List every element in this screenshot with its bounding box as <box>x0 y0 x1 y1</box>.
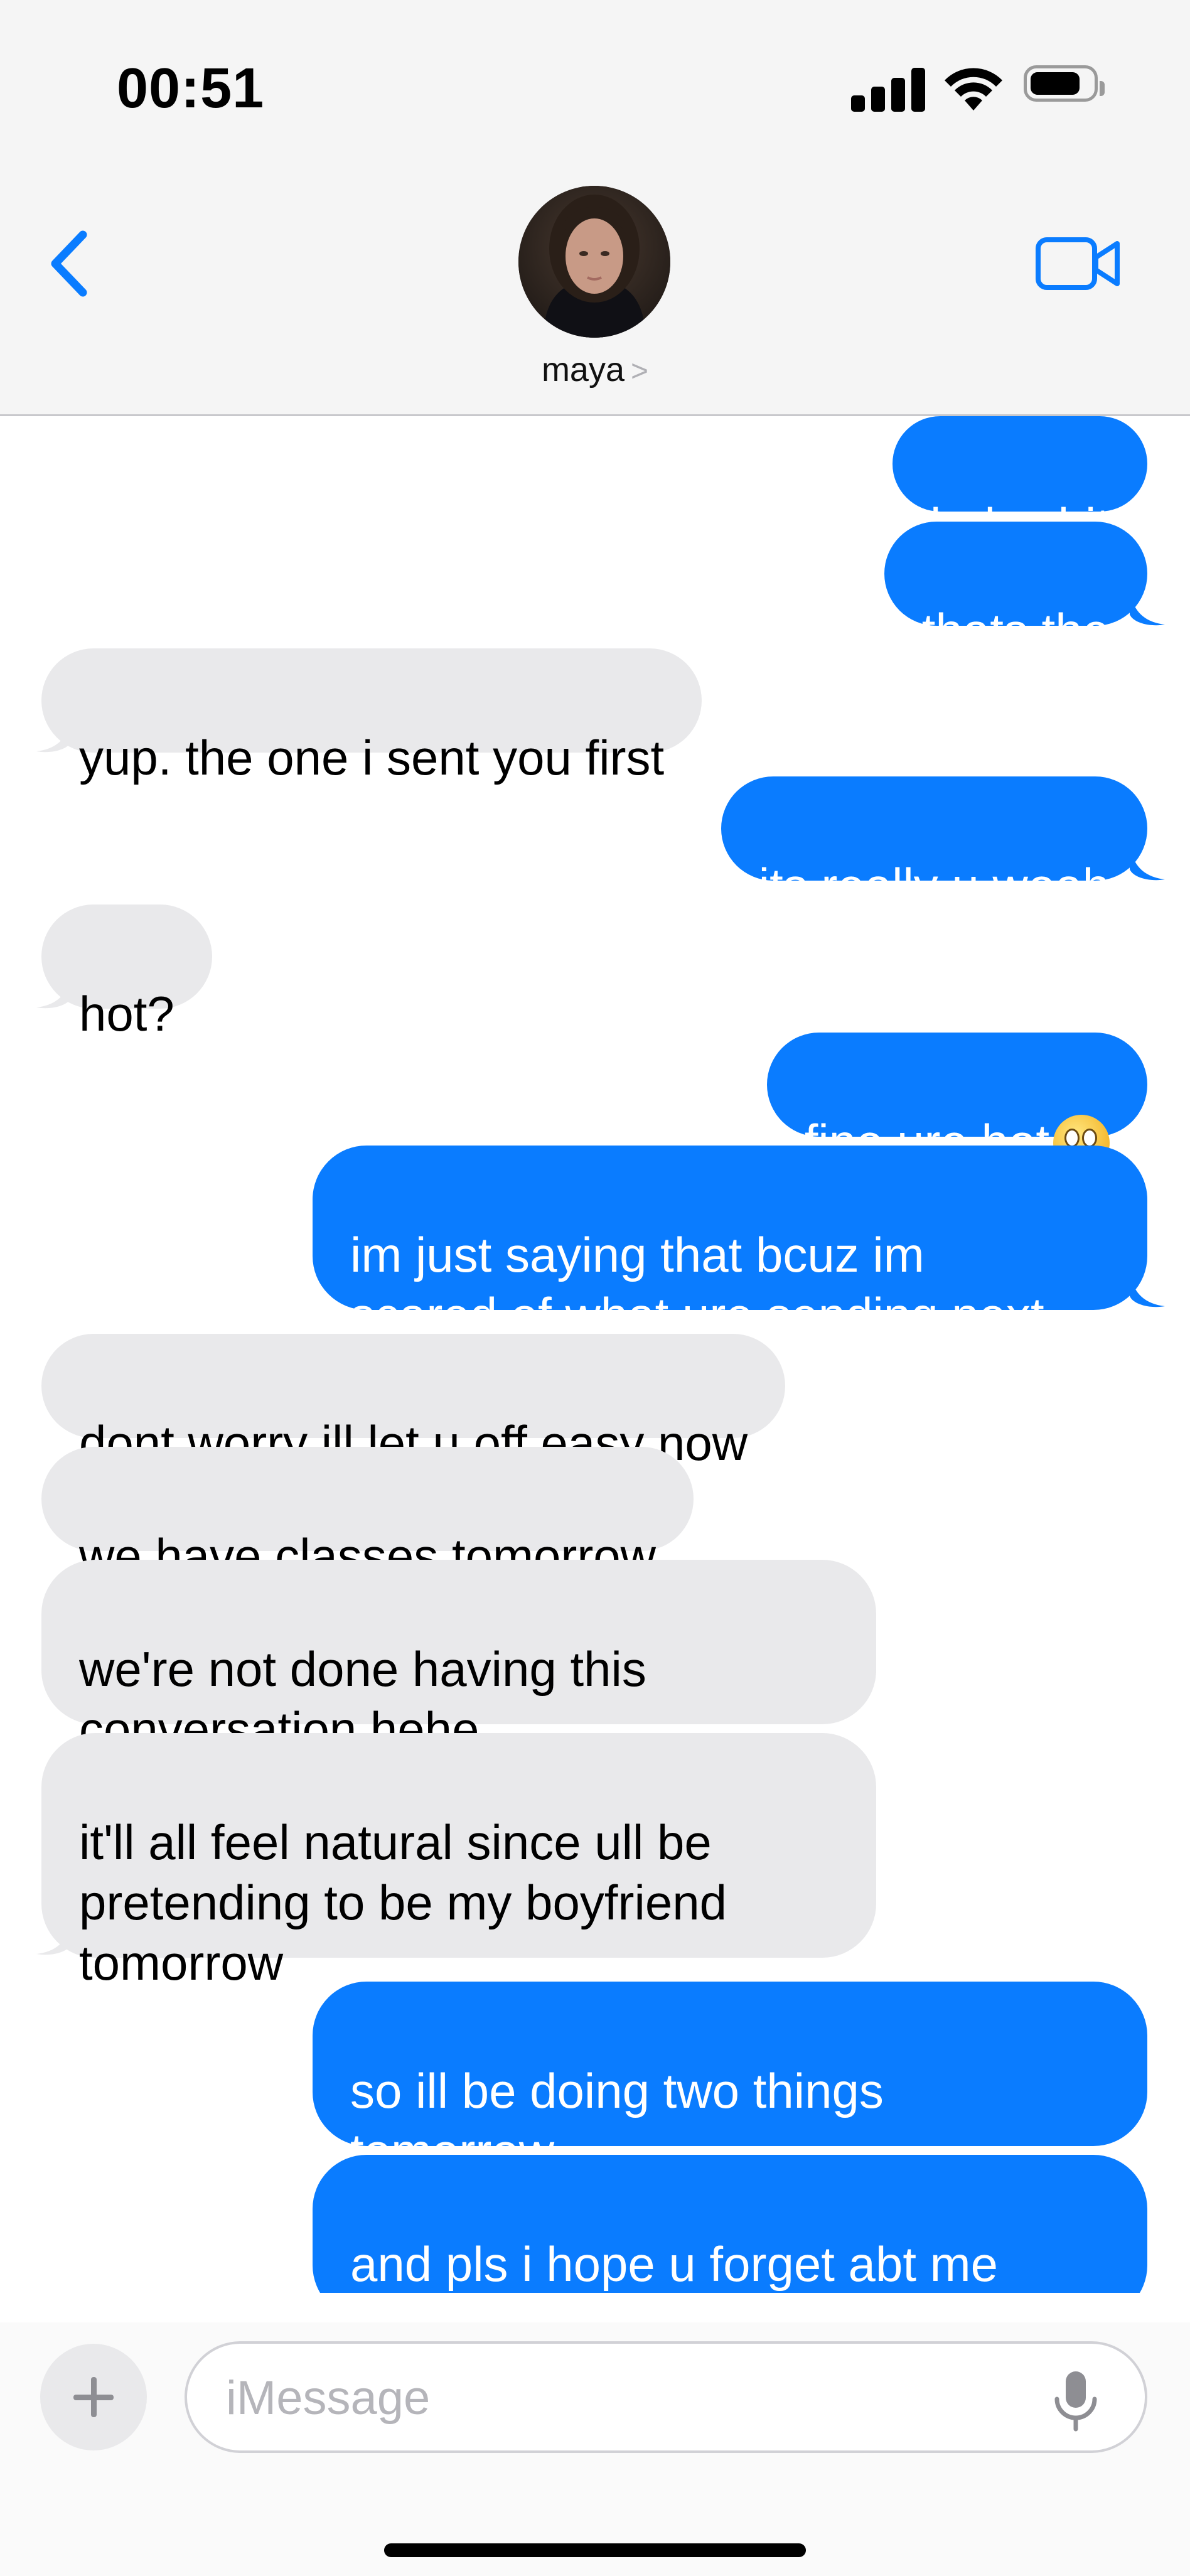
compose-bar <box>0 2322 1190 2576</box>
bubble-tail <box>1130 1265 1165 1307</box>
wifi-icon <box>945 68 1002 110</box>
message-bubble-sent[interactable]: its really u woah <box>721 776 1147 913</box>
bubble-tail <box>36 710 72 753</box>
contact-name: maya <box>541 351 624 389</box>
message-text: yup. the one i sent you first <box>79 730 665 785</box>
microphone-icon[interactable] <box>1051 2369 1101 2432</box>
bubble-tail <box>36 1913 72 1955</box>
contact-name-button[interactable]: maya > <box>0 350 1190 389</box>
home-indicator[interactable] <box>384 2543 806 2557</box>
conversation-header: 00:51 maya > <box>0 0 1190 416</box>
message-bubble-sent[interactable]: im just saying that bcuz im scared of wh… <box>313 1146 1147 1343</box>
message-bubble-sent[interactable]: fine ure hot <box>766 1033 1147 1172</box>
cellular-signal-icon <box>851 68 926 112</box>
message-bubble-sent[interactable]: holy shit <box>892 416 1147 553</box>
status-time: 00:51 <box>117 57 265 120</box>
message-field[interactable] <box>185 2341 1147 2453</box>
message-text: im just saying that bcuz im scared of wh… <box>350 1227 1044 1343</box>
bubble-tail <box>1130 838 1165 881</box>
message-bubble-received[interactable]: it'll all feel natural since ull be pret… <box>41 1733 876 1990</box>
back-chevron-icon[interactable] <box>44 226 100 301</box>
message-text: and pls i hope u forget abt me doing tha… <box>350 2236 999 2292</box>
message-text: hot? <box>79 986 174 1041</box>
video-call-icon[interactable] <box>1034 232 1122 295</box>
bubble-tail <box>36 966 72 1009</box>
message-text: thats the <box>921 603 1110 658</box>
message-text: its really u woah <box>758 858 1110 913</box>
message-bubble-received[interactable]: we're not done having this conversation … <box>41 1560 876 1757</box>
chevron-right-icon: > <box>631 355 649 388</box>
message-bubble-received[interactable]: we have classes tomorrow <box>41 1447 694 1584</box>
message-bubble-sent[interactable]: so ill be doing two things tomorrow <box>313 1982 1147 2179</box>
bubble-tail <box>1130 583 1165 626</box>
message-input[interactable] <box>225 2363 1043 2433</box>
message-bubble-sent[interactable]: thats the <box>884 522 1147 658</box>
bubble-tail <box>1130 2274 1133 2293</box>
message-bubble-received[interactable]: yup. the one i sent you first <box>41 648 702 785</box>
message-text: it'll all feel natural since ull be pret… <box>79 1815 727 1990</box>
message-thread[interactable]: holy shit thats the yup. the one i sent … <box>0 416 1190 2293</box>
message-bubble-received[interactable]: dont worry ill let u off easy now <box>41 1334 786 1471</box>
contact-avatar[interactable] <box>518 186 670 338</box>
plus-icon[interactable] <box>40 2344 147 2450</box>
battery-icon <box>1024 65 1105 102</box>
message-bubble-sent[interactable]: and pls i hope u forget abt me doing tha… <box>313 2155 1147 2293</box>
